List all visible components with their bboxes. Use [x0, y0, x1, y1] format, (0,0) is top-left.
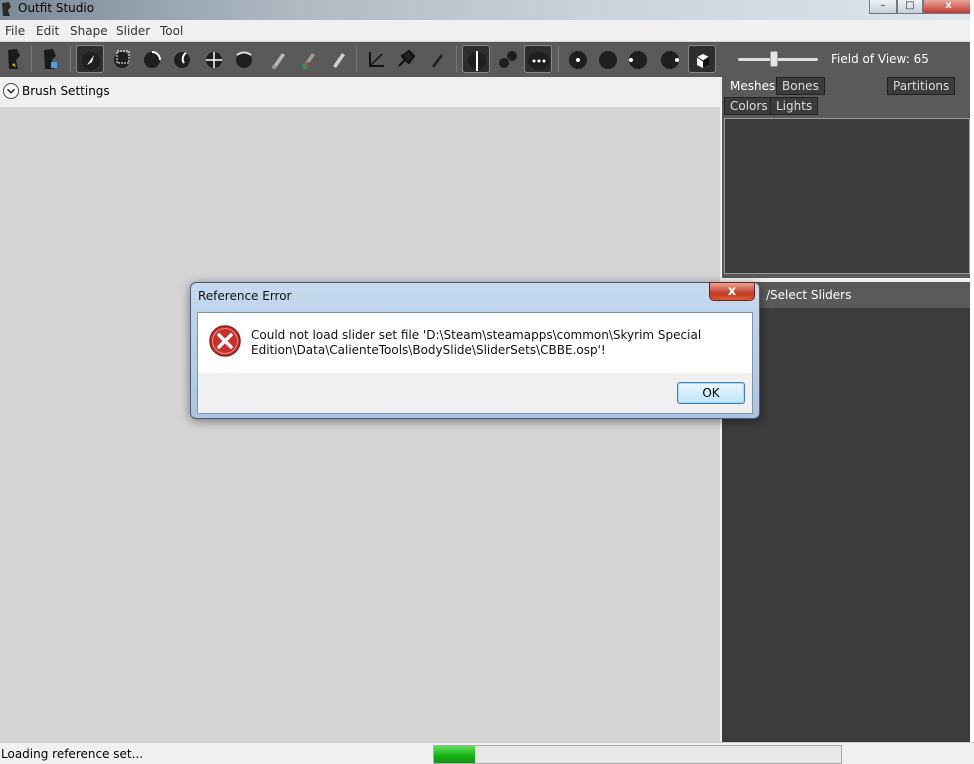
maximize-button[interactable]: □: [897, 0, 923, 14]
brush-settings-header: Brush Settings: [0, 77, 720, 107]
fov-slider-track[interactable]: [738, 58, 818, 61]
toolbar: [0, 42, 722, 77]
inflate-brush-button[interactable]: [138, 45, 166, 73]
ok-button[interactable]: OK: [677, 382, 745, 404]
menu-edit[interactable]: Edit: [36, 24, 59, 38]
error-icon: [209, 325, 241, 357]
meshes-panel: Field of View: 65 Meshes Bones Partition…: [722, 42, 974, 278]
close-button[interactable]: x: [923, 0, 974, 14]
tab-colors[interactable]: Colors: [724, 97, 774, 115]
menu-slider[interactable]: Slider: [116, 24, 150, 38]
tab-lights[interactable]: Lights: [770, 97, 819, 115]
minimize-button[interactable]: –: [869, 0, 897, 14]
vertex-edit-button[interactable]: [422, 45, 450, 73]
app-icon: [2, 2, 11, 16]
dialog-message: Could not load slider set file 'D:\Steam…: [251, 328, 702, 357]
global-brush-button[interactable]: [524, 45, 552, 73]
mirror-toggle-button[interactable]: [462, 45, 490, 73]
menu-shape[interactable]: Shape: [70, 24, 108, 38]
brush-settings-label[interactable]: Brush Settings: [22, 84, 110, 98]
tab-bones[interactable]: Bones: [776, 77, 825, 95]
connected-only-button[interactable]: [494, 45, 522, 73]
tab-meshes[interactable]: Meshes: [724, 77, 782, 95]
view-back-button[interactable]: [594, 45, 622, 73]
dialog-body: Could not load slider set file 'D:\Steam…: [197, 312, 753, 414]
smooth-brush-button[interactable]: [230, 45, 258, 73]
fov-label: Field of View: 65: [831, 52, 929, 66]
perspective-view-button[interactable]: [688, 45, 716, 73]
window-title: Outfit Studio: [18, 1, 95, 15]
select-sliders-label[interactable]: /Select Sliders: [766, 288, 851, 302]
progress-bar: [433, 745, 842, 764]
deflate-brush-button[interactable]: [168, 45, 196, 73]
transform-tool-button[interactable]: [362, 45, 390, 73]
dialog-close-button[interactable]: x: [709, 282, 755, 301]
weight-paint-button[interactable]: [264, 45, 292, 73]
tab-partitions[interactable]: Partitions: [887, 77, 956, 95]
status-bar: Loading reference set...: [0, 742, 974, 764]
status-text: Loading reference set...: [1, 747, 144, 761]
menu-tool[interactable]: Tool: [160, 24, 183, 38]
load-project-button[interactable]: [0, 45, 28, 73]
load-reference-button[interactable]: [36, 45, 64, 73]
progress-fill: [434, 746, 475, 763]
mask-brush-button[interactable]: [108, 45, 136, 73]
view-left-button[interactable]: [624, 45, 652, 73]
chevron-down-icon[interactable]: [3, 83, 19, 99]
color-paint-button[interactable]: [294, 45, 322, 73]
select-tool-button[interactable]: [76, 45, 104, 73]
dialog-title: Reference Error: [198, 289, 292, 303]
move-brush-button[interactable]: [200, 45, 228, 73]
alpha-paint-button[interactable]: [324, 45, 352, 73]
reference-error-dialog: Reference Error x Could not load slider …: [190, 282, 760, 419]
title-bar: Outfit Studio – □ x: [0, 0, 974, 20]
dialog-content: Could not load slider set file 'D:\Steam…: [198, 313, 752, 373]
mesh-list[interactable]: [724, 118, 970, 274]
pivot-tool-button[interactable]: [392, 45, 420, 73]
window-edge: [970, 0, 974, 764]
view-right-button[interactable]: [656, 45, 684, 73]
menu-bar: File Edit Shape Slider Tool: [0, 20, 974, 42]
fov-slider-thumb[interactable]: [770, 51, 778, 67]
menu-file[interactable]: File: [5, 24, 25, 38]
view-front-button[interactable]: [564, 45, 592, 73]
viewport-canvas[interactable]: [0, 107, 720, 742]
